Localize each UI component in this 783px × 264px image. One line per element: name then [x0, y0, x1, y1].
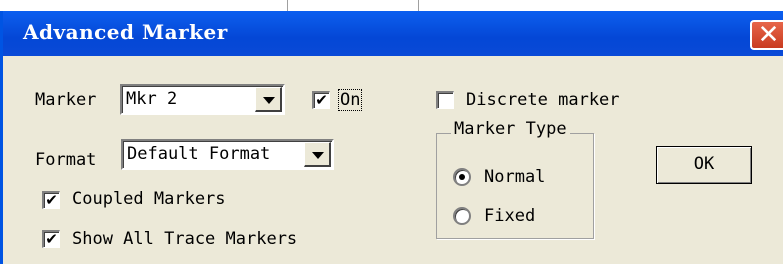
coupled-markers-checkbox[interactable]: ✔ [42, 191, 60, 209]
ok-button[interactable]: OK [656, 146, 752, 184]
chevron-down-icon [263, 97, 275, 104]
dialog-title: Advanced Marker [23, 20, 228, 44]
show-all-trace-markers-label: Show All Trace Markers [72, 229, 298, 249]
ok-button-label: OK [693, 154, 715, 174]
chevron-down-icon [312, 152, 324, 159]
radio-normal-label: Normal [484, 167, 546, 187]
discrete-marker-checkbox[interactable] [436, 91, 454, 109]
format-select[interactable]: Default Format [121, 139, 334, 170]
background-tick [418, 0, 419, 11]
marker-dropdown-button[interactable] [255, 87, 282, 112]
radio-selected-dot-icon [459, 174, 465, 180]
show-all-trace-markers-checkbox[interactable]: ✔ [42, 230, 60, 248]
checkmark-icon: ✔ [315, 91, 328, 109]
background-strip [0, 0, 783, 11]
radio-fixed-label: Fixed [484, 206, 536, 226]
marker-label: Marker [35, 90, 97, 110]
background-tick [287, 0, 288, 11]
format-label: Format [35, 150, 97, 170]
close-button[interactable]: ✕ [750, 20, 783, 50]
marker-type-legend: Marker Type [451, 119, 570, 139]
radio-normal[interactable] [453, 168, 471, 186]
close-icon: ✕ [757, 20, 780, 50]
marker-select-value: Mkr 2 [126, 89, 178, 109]
marker-on-label[interactable]: On [338, 89, 363, 111]
format-select-value: Default Format [127, 144, 271, 164]
marker-select[interactable]: Mkr 2 [120, 84, 285, 115]
format-dropdown-button[interactable] [304, 142, 331, 167]
checkmark-icon: ✔ [45, 230, 58, 248]
discrete-marker-label: Discrete marker [466, 90, 620, 110]
coupled-markers-label: Coupled Markers [72, 189, 226, 209]
title-bar[interactable]: Advanced Marker [3, 11, 783, 56]
advanced-marker-dialog: Advanced Marker ✕ [0, 11, 783, 264]
marker-on-checkbox[interactable]: ✔ [312, 91, 330, 109]
radio-fixed[interactable] [453, 207, 471, 225]
checkmark-icon: ✔ [45, 191, 58, 209]
